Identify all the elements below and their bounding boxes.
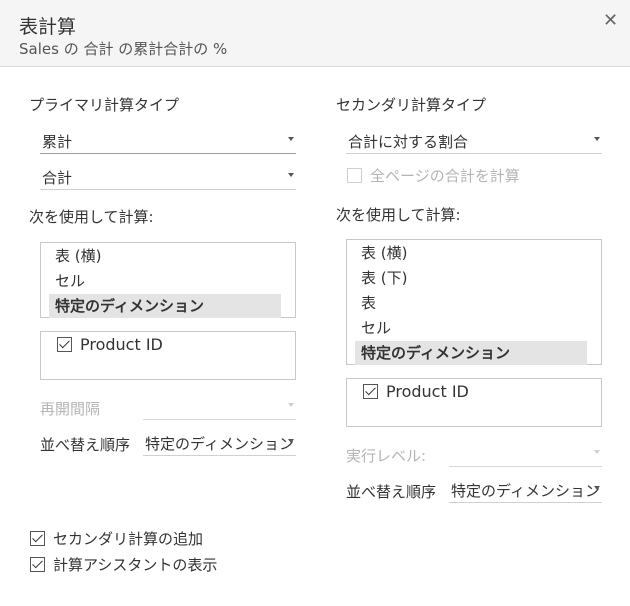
primary-restart-label: 再開間隔 — [40, 400, 101, 418]
secondary-compute-using-label: 次を使用して計算: — [336, 206, 461, 224]
secondary-all-pages-label: 全ページの合計を計算 — [370, 167, 520, 185]
chevron-down-icon — [288, 439, 294, 443]
primary-dimension-checkbox[interactable] — [57, 337, 72, 352]
secondary-compute-using-list[interactable]: 表 (横) 表 (下) 表 セル 特定のディメンション — [346, 239, 602, 365]
secondary-section-label: セカンダリ計算タイプ — [336, 96, 487, 114]
primary-dimension-label: Product ID — [80, 335, 163, 354]
list-item-selected[interactable]: 特定のディメンション — [49, 294, 281, 318]
chevron-down-icon — [594, 486, 600, 490]
add-secondary-checkbox[interactable] — [30, 531, 45, 546]
secondary-sort-dropdown[interactable]: 特定のディメンション — [449, 477, 602, 503]
secondary-all-pages-checkbox[interactable] — [347, 168, 362, 183]
dialog-title: 表計算 — [19, 16, 77, 38]
secondary-dimension-checkbox[interactable] — [363, 384, 378, 399]
chevron-down-icon — [288, 137, 294, 141]
show-assistant-checkbox[interactable] — [30, 557, 45, 572]
dialog-subtitle: Sales の 合計 の累計合計の % — [19, 40, 228, 58]
show-assistant-label: 計算アシスタントの表示 — [53, 556, 218, 574]
secondary-dimension-label: Product ID — [386, 382, 469, 401]
secondary-dimension-list[interactable]: Product ID — [346, 378, 602, 427]
primary-compute-using-list[interactable]: 表 (横) セル 特定のディメンション — [40, 242, 296, 318]
primary-calc-type-value: 累計 — [42, 133, 73, 151]
chevron-down-icon — [288, 173, 294, 177]
list-item[interactable]: 表 (横) — [355, 241, 587, 265]
chevron-down-icon — [288, 403, 294, 407]
list-item[interactable]: 表 (横) — [49, 244, 281, 268]
close-icon[interactable]: ✕ — [603, 10, 618, 31]
secondary-calc-type-value: 合計に対する割合 — [348, 133, 469, 151]
secondary-sort-label: 並べ替え順序 — [346, 483, 437, 501]
list-item-selected[interactable]: 特定のディメンション — [355, 341, 587, 365]
list-item[interactable]: 表 — [355, 291, 587, 315]
chevron-down-icon — [594, 137, 600, 141]
list-item[interactable]: 表 (下) — [355, 266, 587, 290]
secondary-level-dropdown[interactable] — [449, 441, 602, 467]
primary-sort-dropdown[interactable]: 特定のディメンション — [143, 430, 296, 456]
primary-calc-type-dropdown[interactable]: 累計 — [40, 128, 296, 154]
primary-sort-value: 特定のディメンション — [145, 435, 294, 453]
add-secondary-label: セカンダリ計算の追加 — [53, 530, 204, 548]
dialog-header: 表計算 Sales の 合計 の累計合計の % ✕ — [0, 0, 630, 67]
primary-compute-using-label: 次を使用して計算: — [29, 208, 154, 226]
secondary-sort-value: 特定のディメンション — [451, 482, 600, 500]
primary-aggregation-value: 合計 — [42, 169, 73, 187]
primary-section-label: プライマリ計算タイプ — [29, 96, 180, 114]
primary-aggregation-dropdown[interactable]: 合計 — [40, 164, 296, 190]
list-item[interactable]: セル — [49, 269, 281, 293]
chevron-down-icon — [594, 450, 600, 454]
primary-dimension-list[interactable]: Product ID — [40, 331, 296, 380]
list-item[interactable]: セル — [355, 316, 587, 340]
primary-restart-dropdown[interactable] — [143, 394, 296, 420]
secondary-calc-type-dropdown[interactable]: 合計に対する割合 — [346, 128, 602, 154]
secondary-level-label: 実行レベル: — [346, 447, 427, 465]
primary-sort-label: 並べ替え順序 — [40, 436, 131, 454]
